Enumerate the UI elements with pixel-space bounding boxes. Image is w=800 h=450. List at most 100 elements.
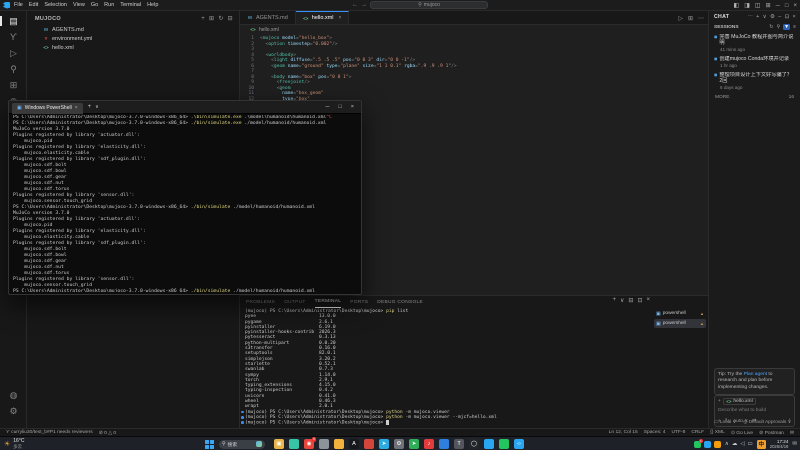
activitybar-search-icon[interactable]: ⚲ <box>0 64 27 74</box>
tab-dropdown-icon[interactable]: ∨ <box>95 104 99 110</box>
filter-icon[interactable]: ▼ <box>783 24 790 30</box>
volume-icon[interactable]: ◁ <box>740 441 744 447</box>
wechat-icon[interactable] <box>499 439 509 449</box>
onedrive-icon[interactable]: ☁ <box>732 441 738 447</box>
toggle-secondary-sidebar-icon[interactable]: ◫ <box>755 2 761 9</box>
explorer-section-title[interactable]: MUJOCO <box>35 16 61 22</box>
terminal-list-item[interactable]: ▣powershell▲ <box>654 309 706 318</box>
menu-help[interactable]: Help <box>147 2 158 8</box>
maximize-icon[interactable]: □ <box>785 3 789 9</box>
app-blue-icon[interactable] <box>439 439 449 449</box>
integrated-terminal[interactable]: (mujoco) PS C:\Users\Administrator\Deskt… <box>245 309 645 427</box>
search-icon[interactable]: ⚲ <box>776 24 780 30</box>
tab-AGENTS.md[interactable]: MAGENTS.md <box>240 11 296 24</box>
new-file-icon[interactable]: + <box>201 16 205 22</box>
menu-go[interactable]: Go <box>91 2 98 8</box>
sessions-more-row[interactable]: MORE 16 <box>709 92 800 103</box>
telegram-icon[interactable]: ➤ <box>379 439 389 449</box>
eol-status[interactable]: CRLF <box>691 430 704 435</box>
go-live-status[interactable]: ⊙ Go Live <box>731 430 753 436</box>
close-panel-icon[interactable]: × <box>646 297 650 304</box>
tray-wechat-icon[interactable]: 1 <box>694 441 701 448</box>
refresh-explorer-icon[interactable]: ↻ <box>218 16 223 22</box>
settings-icon[interactable]: ⚙ <box>394 439 404 449</box>
terminal-list-item[interactable]: ▣powershell▲ <box>654 319 706 328</box>
tab-hello.xml[interactable]: <>hello.xml× <box>296 11 350 24</box>
close-icon[interactable]: × <box>793 3 797 9</box>
panel-tab-problems[interactable]: PROBLEMS <box>246 300 275 305</box>
sessions-section-title[interactable]: SESSIONS <box>714 25 739 30</box>
panel-tab-terminal[interactable]: TERMINAL <box>315 296 342 308</box>
battery-icon[interactable]: ▭ <box>748 441 753 447</box>
terminal-dropdown-icon[interactable]: ∨ <box>620 297 624 304</box>
panel-tab-output[interactable]: OUTPUT <box>284 300 306 305</box>
activitybar-explorer-icon[interactable]: ▤ <box>0 16 27 26</box>
menu-edit[interactable]: Edit <box>29 2 38 8</box>
ps-minimize-icon[interactable]: ─ <box>326 104 330 110</box>
breadcrumb[interactable]: <> hello.xml <box>240 25 708 34</box>
qq-icon[interactable] <box>484 439 494 449</box>
problems-status[interactable]: ⊘ 0 △ 0 <box>99 430 116 436</box>
activitybar-account-icon[interactable]: ◍ <box>0 390 27 400</box>
more-actions-icon[interactable]: ⋯ <box>698 15 704 22</box>
minimize-icon[interactable]: – <box>778 14 781 20</box>
file-item-environment.yml[interactable]: Yenvironment.yml <box>27 34 239 43</box>
menu-run[interactable]: Run <box>104 2 114 8</box>
powershell-window[interactable]: ▣ Windows PowerShell × + ∨ ─ □ × PS C:\U… <box>8 100 362 295</box>
file-explorer-icon[interactable]: ▣ <box>274 439 284 449</box>
refresh-icon[interactable]: ↻ <box>769 24 773 30</box>
split-editor-icon[interactable]: ⊞ <box>688 15 693 22</box>
file-item-AGENTS.md[interactable]: MAGENTS.md <box>27 25 239 34</box>
toggle-panel-icon[interactable]: ◨ <box>744 2 750 9</box>
add-context-button[interactable]: + <box>718 399 721 404</box>
session-item[interactable]: ◼整理项目设计上下文好写骗了？ 2回6 days ago <box>709 70 800 92</box>
file-item-hello.xml[interactable]: <>hello.xml <box>27 43 239 52</box>
tab-close-icon[interactable]: × <box>75 105 78 111</box>
app-a-icon[interactable]: A <box>349 439 359 449</box>
command-decoration-icon[interactable] <box>241 416 244 419</box>
command-center-search[interactable]: ⚲ mujoco <box>370 1 488 9</box>
plan-agent-link[interactable]: Plan agent <box>744 372 767 377</box>
settings-gear-icon[interactable]: ⚙ <box>770 14 775 20</box>
github-desktop-icon[interactable]: ◯ <box>469 439 479 449</box>
menu-view[interactable]: View <box>73 2 85 8</box>
app-red-icon[interactable] <box>364 439 374 449</box>
more-icon[interactable]: ⋯ <box>747 14 753 20</box>
new-chat-icon[interactable]: + <box>756 14 760 20</box>
session-item[interactable]: ◼完善 MuJoCo 教程并图与简介说明41 mins ago <box>709 32 800 54</box>
camera-app-icon[interactable] <box>319 439 329 449</box>
close-icon[interactable]: × <box>792 14 796 20</box>
tray-qq-icon[interactable] <box>704 441 711 448</box>
menu-terminal[interactable]: Terminal <box>120 2 141 8</box>
list-view-icon[interactable]: ≡ <box>793 24 796 30</box>
notifications-icon[interactable]: ✉ <box>790 430 794 436</box>
vscode-icon[interactable]: ‹› <box>514 439 524 449</box>
powershell-titlebar[interactable]: ▣ Windows PowerShell × + ∨ ─ □ × <box>9 101 361 114</box>
run-file-icon[interactable]: ▷ <box>678 15 683 22</box>
collapse-folders-icon[interactable]: ⊟ <box>228 16 233 22</box>
tab-close-icon[interactable]: × <box>339 15 342 21</box>
menu-selection[interactable]: Selection <box>44 2 67 8</box>
activitybar-source-control-icon[interactable]: ϒ <box>0 32 27 42</box>
minimize-icon[interactable]: ─ <box>776 3 780 9</box>
session-item[interactable]: ◼创建mujoco Conda环境并记录1 hr ago <box>709 54 800 70</box>
nav-back-icon[interactable]: ← <box>352 2 358 8</box>
activitybar-extensions-icon[interactable]: ⊞ <box>0 80 27 90</box>
menu-file[interactable]: File <box>14 2 23 8</box>
approvals-selector[interactable]: ◎ Default Approvals ∨ <box>743 420 791 425</box>
environment-selector[interactable]: ▭ Local ∨ <box>714 420 736 425</box>
powershell-tab[interactable]: ▣ Windows PowerShell × <box>12 103 83 114</box>
panel-tab-debug-console[interactable]: DEBUG CONSOLE <box>377 300 423 305</box>
taskbar-weather-widget[interactable]: ☀ 16°C 多云 <box>4 438 24 449</box>
new-terminal-icon[interactable]: + <box>613 297 617 304</box>
notification-center-icon[interactable]: ✉ <box>792 441 797 447</box>
activitybar-run-and-debug-icon[interactable]: ▷ <box>0 48 27 58</box>
command-decoration-icon[interactable] <box>241 411 244 414</box>
panel-tab-ports[interactable]: PORTS <box>350 300 368 305</box>
nav-forward-icon[interactable]: → <box>361 2 367 8</box>
taskbar-clock[interactable]: 17:24 2026/4/19 <box>770 439 789 449</box>
open-in-editor-icon[interactable]: ⊡ <box>785 14 790 20</box>
app-t-icon[interactable]: T <box>454 439 464 449</box>
command-decoration-icon[interactable] <box>241 421 244 424</box>
customize-layout-icon[interactable]: ⊞ <box>766 2 771 9</box>
